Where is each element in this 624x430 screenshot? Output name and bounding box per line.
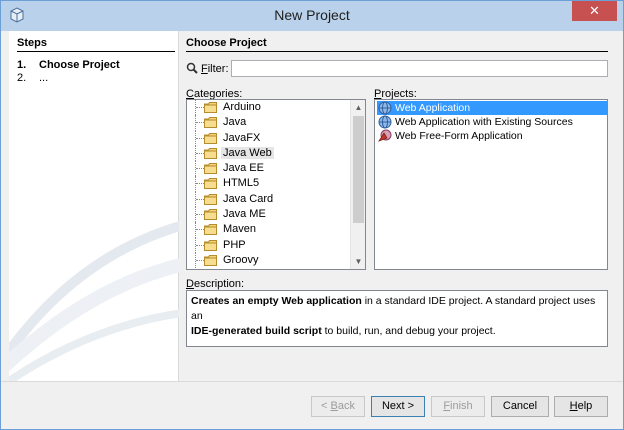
folder-icon xyxy=(204,224,217,236)
category-label: HTML5 xyxy=(223,177,260,190)
category-item[interactable]: Java Card xyxy=(187,191,350,208)
project-item[interactable]: Web Application xyxy=(377,101,607,115)
freeform-web-icon xyxy=(378,129,392,142)
steps-panel: Steps 1. Choose Project 2.... xyxy=(9,31,179,381)
step-number: 1. xyxy=(17,59,27,71)
categories-tree[interactable]: Arduino Java JavaFX Java Web Java EE HTML5 Jav… xyxy=(186,99,366,270)
content-divider xyxy=(186,51,608,52)
folder-icon xyxy=(204,193,217,205)
step-label: Choose Project xyxy=(39,59,120,71)
step-item-2: 2.... xyxy=(17,72,48,84)
close-icon: ✕ xyxy=(589,3,600,18)
new-project-dialog: New Project ✕ Steps 1. Choose Project 2..… xyxy=(0,0,624,430)
next-button[interactable]: Next > xyxy=(371,396,425,417)
category-label: Arduino xyxy=(223,101,261,113)
category-item[interactable]: HTML5 xyxy=(187,176,350,192)
folder-icon xyxy=(204,209,217,221)
finish-button[interactable]: Finish xyxy=(431,396,485,417)
scroll-down-arrow-icon[interactable]: ▼ xyxy=(351,254,365,269)
project-label: Web Application xyxy=(395,102,471,114)
category-item[interactable]: Maven xyxy=(187,222,350,238)
category-label: Java ME xyxy=(223,208,266,221)
folder-icon xyxy=(204,147,217,159)
globe-icon xyxy=(378,101,392,115)
category-label: Java Card xyxy=(223,192,274,205)
category-label: Groovy xyxy=(223,253,259,266)
category-label: Java Web xyxy=(221,146,274,159)
description-box: Creates an empty Web application in a st… xyxy=(186,290,608,347)
folder-icon xyxy=(204,132,217,144)
description-label: Description: xyxy=(186,278,245,290)
folder-icon xyxy=(204,102,217,113)
cancel-button[interactable]: Cancel xyxy=(491,396,549,417)
close-button[interactable]: ✕ xyxy=(572,1,617,21)
project-item[interactable]: Web Application with Existing Sources xyxy=(377,115,607,129)
footer-divider xyxy=(1,381,623,382)
scroll-thumb[interactable] xyxy=(353,116,364,223)
category-label: PHP xyxy=(223,238,246,251)
category-label: Maven xyxy=(223,223,257,236)
choose-project-header: Choose Project xyxy=(186,37,267,49)
folder-icon xyxy=(204,239,217,251)
categories-scrollbar[interactable]: ▲ ▼ xyxy=(350,100,365,269)
folder-icon xyxy=(204,254,217,266)
folder-icon xyxy=(204,117,217,129)
filter-label: Filter: xyxy=(201,63,229,75)
step-item-1: 1. Choose Project xyxy=(17,59,120,71)
category-item[interactable]: Groovy xyxy=(187,252,350,269)
category-item[interactable]: Java ME xyxy=(187,207,350,223)
decorative-arcs-background xyxy=(9,221,179,381)
steps-divider xyxy=(17,51,175,52)
search-icon xyxy=(186,62,198,74)
category-label: Java xyxy=(223,116,247,129)
description-bold-2: IDE-generated build script xyxy=(191,325,322,337)
project-item[interactable]: Web Free-Form Application xyxy=(377,129,607,143)
globe-icon xyxy=(378,115,392,129)
category-label: Java EE xyxy=(223,162,264,175)
category-item[interactable]: PHP xyxy=(187,237,350,253)
description-text-2: to build, run, and debug your project. xyxy=(321,325,496,337)
folder-icon xyxy=(204,178,217,190)
project-label: Web Application with Existing Sources xyxy=(395,116,573,128)
description-bold-1: Creates an empty Web application xyxy=(191,295,362,307)
back-button[interactable]: < Back xyxy=(311,396,365,417)
step-number: 2. xyxy=(17,72,27,84)
project-label: Web Free-Form Application xyxy=(395,130,523,142)
step-label: ... xyxy=(39,72,49,84)
category-label: JavaFX xyxy=(223,131,261,144)
help-button[interactable]: Help xyxy=(554,396,608,417)
scroll-up-arrow-icon[interactable]: ▲ xyxy=(351,100,365,115)
folder-icon xyxy=(204,163,217,175)
categories-list: Arduino Java JavaFX Java Web Java EE HTML5 Jav… xyxy=(187,100,350,269)
category-item[interactable]: Java Web xyxy=(187,145,350,162)
category-item[interactable]: Arduino xyxy=(187,100,350,116)
window-title: New Project xyxy=(274,7,350,23)
title-bar[interactable]: New Project ✕ xyxy=(1,1,623,31)
category-item[interactable]: JavaFX xyxy=(187,130,350,146)
category-item[interactable]: Java xyxy=(187,115,350,131)
steps-header: Steps xyxy=(17,37,47,49)
filter-input[interactable] xyxy=(231,60,608,77)
category-item[interactable]: Java EE xyxy=(187,161,350,177)
projects-list[interactable]: Web Application Web Application with Exis… xyxy=(374,99,608,270)
